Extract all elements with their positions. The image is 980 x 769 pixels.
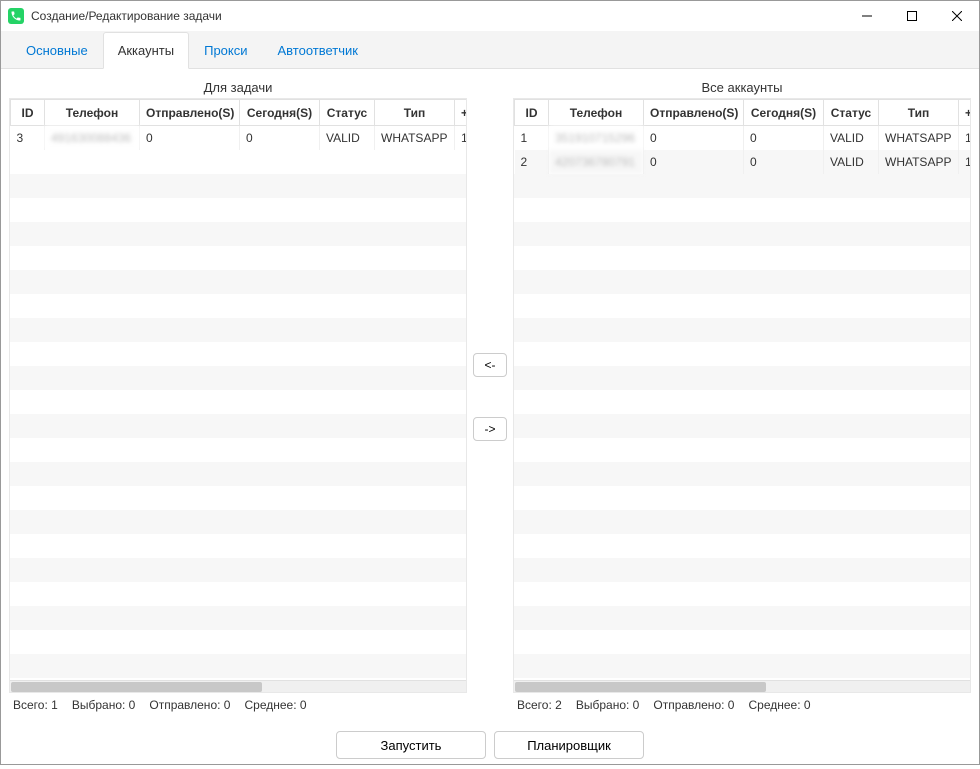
tab-proxy[interactable]: Прокси [189, 32, 262, 69]
window-controls [844, 1, 979, 31]
table-header-row: ID Телефон Отправлено(S) Сегодня(S) Стат… [515, 100, 972, 126]
col-today[interactable]: Сегодня(S) [744, 100, 824, 126]
cell-id: 2 [515, 150, 549, 174]
col-type[interactable]: Тип [375, 100, 455, 126]
cell-phone: 420736780791 [549, 150, 644, 174]
col-plus[interactable]: + [455, 100, 468, 126]
cell-phone: 491630088436 [45, 126, 140, 150]
right-panel-title: Все аккаунты [513, 77, 971, 98]
right-grid[interactable]: ID Телефон Отправлено(S) Сегодня(S) Стат… [513, 98, 971, 693]
col-phone[interactable]: Телефон [45, 100, 140, 126]
left-status: Всего: 1 Выбрано: 0 Отправлено: 0 Средне… [9, 693, 467, 717]
cell-today: 0 [744, 150, 824, 174]
cell-sent: 0 [644, 150, 744, 174]
left-panel-title: Для задачи [9, 77, 467, 98]
col-sent[interactable]: Отправлено(S) [644, 100, 744, 126]
cell-id: 1 [515, 126, 549, 150]
transfer-controls: <- -> [467, 77, 513, 717]
scheduler-button[interactable]: Планировщик [494, 731, 644, 759]
cell-today: 0 [744, 126, 824, 150]
app-icon [8, 8, 24, 24]
cell-phone: 351910715296 [549, 126, 644, 150]
table-header-row: ID Телефон Отправлено(S) Сегодня(S) Стат… [11, 100, 468, 126]
table-row[interactable]: 349163008843600VALIDWHATSAPP16 [11, 126, 468, 150]
col-id[interactable]: ID [11, 100, 45, 126]
col-type[interactable]: Тип [879, 100, 959, 126]
col-sent[interactable]: Отправлено(S) [140, 100, 240, 126]
content: Для задачи ID Телефон Отправлено(S) Сего… [1, 69, 979, 725]
cell-today: 0 [240, 126, 320, 150]
col-id[interactable]: ID [515, 100, 549, 126]
tab-main[interactable]: Основные [11, 32, 103, 69]
col-status[interactable]: Статус [824, 100, 879, 126]
tab-autoresponder[interactable]: Автоответчик [263, 32, 373, 69]
cell-status: VALID [320, 126, 375, 150]
col-phone[interactable]: Телефон [549, 100, 644, 126]
left-scrollbar[interactable] [10, 680, 466, 692]
cell-extra: 16 [455, 126, 468, 150]
minimize-button[interactable] [844, 1, 889, 31]
move-right-button[interactable]: -> [473, 417, 507, 441]
footer: Запустить Планировщик [1, 725, 979, 769]
tabs: Основные Аккаунты Прокси Автоответчик [1, 31, 979, 69]
right-panel: Все аккаунты ID Телефон Отправлено(S) Се… [513, 77, 971, 717]
cell-extra: 16 [959, 126, 972, 150]
cell-extra: 16 [959, 150, 972, 174]
move-left-button[interactable]: <- [473, 353, 507, 377]
cell-sent: 0 [140, 126, 240, 150]
close-button[interactable] [934, 1, 979, 31]
table-row[interactable]: 242073678079100VALIDWHATSAPP16 [515, 150, 972, 174]
col-today[interactable]: Сегодня(S) [240, 100, 320, 126]
cell-status: VALID [824, 150, 879, 174]
col-status[interactable]: Статус [320, 100, 375, 126]
maximize-button[interactable] [889, 1, 934, 31]
cell-id: 3 [11, 126, 45, 150]
cell-type: WHATSAPP [375, 126, 455, 150]
cell-status: VALID [824, 126, 879, 150]
right-status: Всего: 2 Выбрано: 0 Отправлено: 0 Средне… [513, 693, 971, 717]
window-title: Создание/Редактирование задачи [31, 9, 844, 23]
start-button[interactable]: Запустить [336, 731, 486, 759]
cell-type: WHATSAPP [879, 126, 959, 150]
cell-type: WHATSAPP [879, 150, 959, 174]
cell-sent: 0 [644, 126, 744, 150]
table-row[interactable]: 135191071529600VALIDWHATSAPP16 [515, 126, 972, 150]
left-panel: Для задачи ID Телефон Отправлено(S) Сего… [9, 77, 467, 717]
titlebar: Создание/Редактирование задачи [1, 1, 979, 31]
right-scrollbar[interactable] [514, 680, 970, 692]
left-grid[interactable]: ID Телефон Отправлено(S) Сегодня(S) Стат… [9, 98, 467, 693]
col-plus[interactable]: + [959, 100, 972, 126]
tab-accounts[interactable]: Аккаунты [103, 32, 189, 69]
